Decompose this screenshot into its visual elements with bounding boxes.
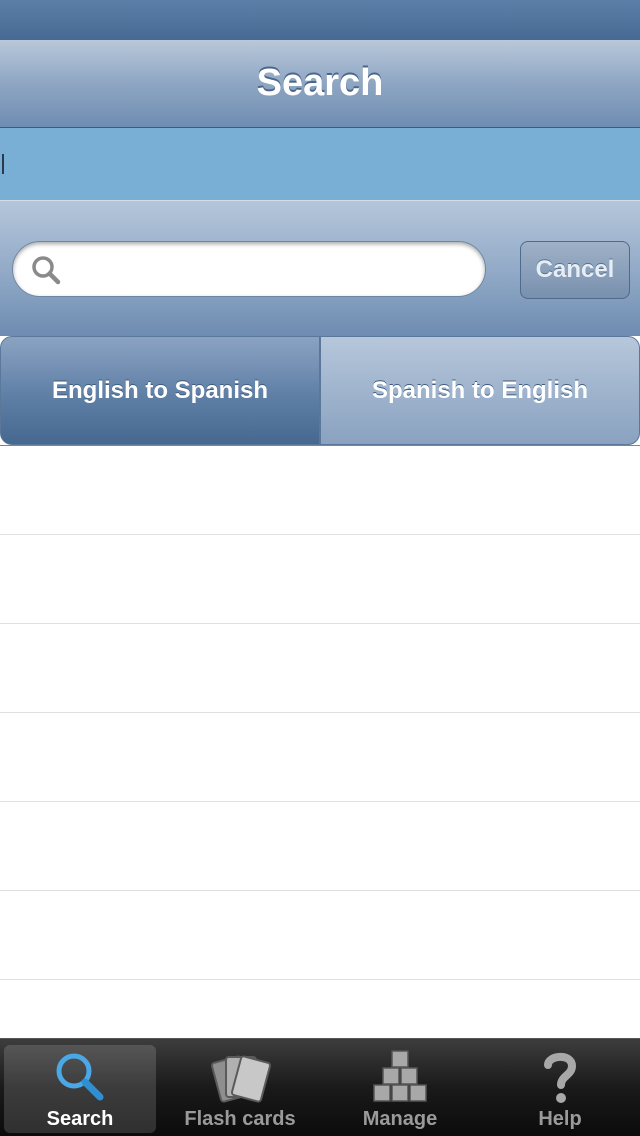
- tab-bar: Search Flash cards Manage Help: [0, 1038, 640, 1136]
- tab-label-search: Search: [46, 1108, 114, 1130]
- tab-flash-cards[interactable]: Flash cards: [160, 1039, 320, 1135]
- search-icon: [32, 256, 61, 285]
- search-bar: Cancel: [0, 200, 640, 336]
- tab-label-flash-cards: Flash cards: [184, 1108, 296, 1130]
- tab-help[interactable]: Help: [480, 1039, 640, 1135]
- tab-label-help: Help: [538, 1108, 582, 1130]
- tab-search[interactable]: Search: [0, 1039, 160, 1135]
- list-item[interactable]: [0, 802, 640, 891]
- navigation-bar: Search: [0, 40, 640, 128]
- direction-segmented-control: English to Spanish Spanish to English: [0, 336, 640, 446]
- page-title: Search: [256, 62, 384, 104]
- search-field[interactable]: [12, 241, 486, 298]
- list-item[interactable]: [0, 891, 640, 980]
- segment-spanish-to-english[interactable]: Spanish to English: [320, 336, 640, 445]
- list-item[interactable]: [0, 446, 640, 535]
- results-header-band: [0, 128, 640, 200]
- tab-label-manage: Manage: [362, 1108, 438, 1130]
- segment-english-to-spanish[interactable]: English to Spanish: [0, 336, 320, 445]
- text-cursor: [2, 154, 4, 174]
- flash-cards-icon: [211, 1055, 271, 1103]
- results-list: [0, 446, 640, 1038]
- status-bar: [0, 0, 640, 40]
- list-item[interactable]: [0, 535, 640, 624]
- search-input[interactable]: [77, 242, 481, 298]
- question-mark-icon: [544, 1052, 577, 1103]
- list-item[interactable]: [0, 624, 640, 713]
- list-item[interactable]: [0, 713, 640, 802]
- tab-manage[interactable]: Manage: [320, 1039, 480, 1135]
- cancel-button[interactable]: Cancel: [520, 241, 630, 299]
- boxes-pyramid-icon: [373, 1050, 427, 1102]
- magnifier-icon: [56, 1053, 104, 1101]
